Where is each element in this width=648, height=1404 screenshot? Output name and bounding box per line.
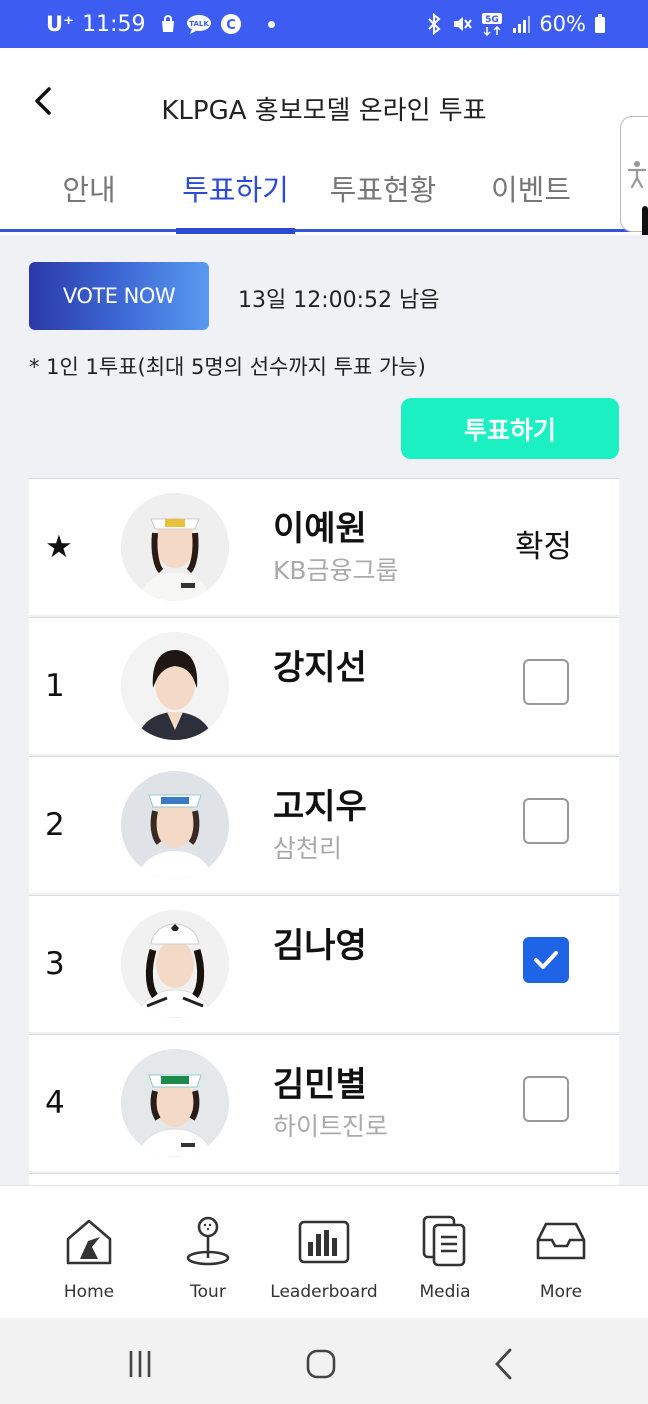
status-bar: U⁺ 11:59 TALK C 5G 60% (0, 0, 648, 48)
app-header: KLPGA 홍보모델 온라인 투표 (0, 48, 648, 162)
page-title: KLPGA 홍보모델 온라인 투표 (161, 96, 487, 126)
nav-more-label: More (539, 1282, 583, 1302)
recent-apps-icon (129, 1351, 151, 1377)
player-rank: 3 (45, 946, 65, 982)
5g-data-icon: 5G (481, 12, 503, 36)
home-icon (29, 1214, 149, 1270)
battery-icon (594, 14, 606, 34)
shopping-bag-icon (158, 14, 178, 34)
svg-text:C: C (226, 18, 236, 33)
submit-vote-button[interactable]: 투표하기 (401, 398, 619, 459)
more-icon (501, 1214, 621, 1270)
leaderboard-icon (264, 1214, 384, 1270)
home-system-icon (306, 1349, 336, 1379)
nav-tour-label: Tour (190, 1282, 226, 1302)
tab-vote[interactable]: 투표하기 (176, 170, 295, 234)
player-row[interactable]: 4 김민별 하이트진로 (29, 1034, 619, 1171)
player-name: 김나영 (273, 926, 367, 966)
player-rank: 2 (45, 807, 65, 843)
battery-percent: 60% (539, 12, 586, 36)
vote-notice: * 1인 1투표(최대 5명의 선수까지 투표 가능) (29, 355, 426, 379)
carrier-label: U⁺ (46, 12, 75, 36)
vote-checkbox[interactable] (523, 937, 569, 983)
countdown-text: 13일 12:00:52 남음 (238, 288, 440, 313)
player-row[interactable]: 2 고지우 삼천리 (29, 756, 619, 893)
bluetooth-icon (425, 13, 443, 35)
player-avatar (121, 1049, 229, 1157)
nav-more[interactable]: More (501, 1214, 621, 1302)
mute-icon (451, 13, 473, 35)
player-name: 김민별 (273, 1065, 367, 1105)
player-team: 삼천리 (273, 834, 343, 863)
svg-text:TALK: TALK (189, 20, 209, 28)
player-row: ★ 이예원 KB금융그룹 확정 (29, 478, 619, 615)
player-rank: 4 (45, 1085, 65, 1121)
tab-vote-status[interactable]: 투표현황 (324, 170, 442, 230)
nav-media[interactable]: Media (385, 1214, 505, 1302)
checkmark-icon (534, 951, 558, 969)
notification-dot-icon (267, 20, 275, 28)
player-row[interactable]: 1 강지선 (29, 617, 619, 754)
clock: 11:59 (82, 11, 146, 37)
nav-media-label: Media (419, 1282, 471, 1302)
player-name: 이예원 (273, 509, 367, 549)
vote-checkbox[interactable] (523, 798, 569, 844)
nav-leaderboard-label: Leaderboard (270, 1282, 378, 1302)
player-avatar (121, 632, 229, 740)
svg-text:5G: 5G (485, 15, 499, 25)
player-row[interactable]: 3 김나영 (29, 895, 619, 1032)
vote-content: VOTE NOW 13일 12:00:52 남음 * 1인 1투표(최대 5명의… (0, 235, 648, 1185)
accessibility-icon (627, 161, 647, 189)
nav-leaderboard[interactable]: Leaderboard (264, 1214, 384, 1302)
star-icon: ★ (45, 529, 73, 565)
player-avatar (121, 910, 229, 1018)
player-team: KB금융그룹 (273, 556, 399, 585)
bottom-navigation: Home Tour Leaderboard Media More (0, 1185, 648, 1318)
confirmed-label: 확정 (515, 529, 573, 565)
tab-event[interactable]: 이벤트 (472, 170, 590, 230)
player-name: 강지선 (273, 648, 367, 688)
media-icon (385, 1214, 505, 1270)
nav-home[interactable]: Home (29, 1214, 149, 1302)
player-list: ★ 이예원 KB금융그룹 확정 1 강지선 2 고지우 삼천리 3 김나영 4 … (29, 478, 619, 1185)
nav-tour[interactable]: Tour (148, 1214, 268, 1302)
player-name: 고지우 (273, 787, 367, 827)
vote-now-badge: VOTE NOW (29, 262, 209, 330)
player-row[interactable] (29, 1173, 619, 1185)
player-rank: 1 (45, 668, 65, 704)
tab-info[interactable]: 안내 (30, 170, 148, 230)
tab-bar: 안내 투표하기 투표현황 이벤트 (0, 160, 648, 234)
home-system-button[interactable] (301, 1344, 341, 1384)
vote-checkbox[interactable] (523, 659, 569, 705)
recent-apps-button[interactable] (120, 1344, 160, 1384)
vote-checkbox[interactable] (523, 1076, 569, 1122)
c-app-icon: C (220, 13, 242, 35)
signal-icon (511, 14, 531, 34)
player-avatar (121, 771, 229, 879)
talk-icon: TALK (186, 14, 212, 34)
system-navigation-bar (0, 1318, 648, 1404)
back-system-button[interactable] (484, 1344, 524, 1384)
tour-icon (148, 1214, 268, 1270)
player-team: 하이트진로 (273, 1112, 389, 1141)
player-avatar (121, 493, 229, 601)
back-system-icon (495, 1348, 512, 1380)
nav-home-label: Home (63, 1282, 115, 1302)
